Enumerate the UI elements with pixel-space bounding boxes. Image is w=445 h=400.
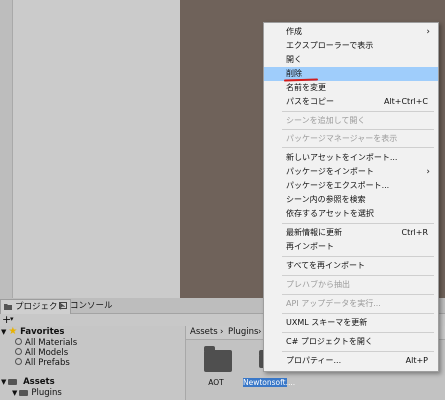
menu-item-shortcut: Alt+P (405, 356, 428, 365)
chevron-right-icon: › (426, 167, 430, 177)
star-icon: ★ (8, 326, 18, 337)
menu-item-select-dependencies[interactable]: 依存するアセットを選択 (264, 207, 438, 221)
menu-item-label: プロパティー... (286, 356, 342, 365)
folder-icon (4, 304, 12, 310)
tab-console[interactable]: コンソール (56, 299, 117, 313)
folder-icon (19, 390, 29, 396)
menu-item-label: すべてを再インポート (286, 261, 365, 270)
search-icon (15, 348, 22, 355)
menu-item-label: UXML スキーマを更新 (286, 318, 368, 327)
breadcrumb-plugins[interactable]: Plugins (228, 327, 258, 337)
menu-item-label: 再インポート (286, 242, 334, 251)
menu-item-label: C# プロジェクトを開く (286, 337, 373, 346)
search-icon (15, 358, 22, 365)
menu-item-open-scene-additive[interactable]: シーンを追加して開く (264, 114, 438, 128)
menu-item-extract-from-prefab[interactable]: プレハブから抽出 (264, 278, 438, 292)
menu-item-label: エクスプローラーで表示 (286, 41, 374, 50)
menu-item-open-csharp-project[interactable]: C# プロジェクトを開く (264, 335, 438, 349)
tree-item[interactable]: ▼ Plugins (12, 388, 62, 398)
menu-item-create[interactable]: 作成 › (264, 25, 438, 39)
menu-item-label: シーンを追加して開く (286, 116, 366, 125)
console-icon (59, 302, 67, 309)
folder-icon (204, 346, 232, 372)
menu-separator (282, 147, 434, 148)
menu-item-export-package[interactable]: パッケージをエクスポート... (264, 179, 438, 193)
menu-item-shortcut: Ctrl+R (401, 228, 429, 237)
folder-icon (8, 379, 18, 385)
tree-item[interactable]: All Materials (15, 338, 77, 348)
tree-item-label: All Prefabs (25, 358, 70, 368)
breadcrumb-separator: › (258, 327, 262, 337)
menu-item-label: API アップデータを実行... (286, 299, 381, 308)
menu-item-properties[interactable]: プロパティー... Alt+P (264, 354, 438, 368)
menu-separator (282, 332, 434, 333)
add-dropdown-arrow[interactable]: ▾ (10, 315, 14, 323)
menu-item-run-api-updater[interactable]: API アップデータを実行... (264, 297, 438, 311)
left-edge-strip (0, 0, 13, 298)
menu-item-reimport-all[interactable]: すべてを再インポート (264, 259, 438, 273)
asset-label: AOT (208, 378, 224, 387)
menu-item-import-new-asset[interactable]: 新しいアセットをインポート... (264, 151, 438, 165)
menu-item-delete[interactable]: 削除 (264, 67, 438, 82)
tab-console-label: コンソール (70, 301, 113, 311)
menu-item-open[interactable]: 開く (264, 53, 438, 67)
menu-separator (282, 275, 434, 276)
favorites-label: Favorites (20, 327, 65, 337)
menu-item-import-package[interactable]: パッケージをインポート › (264, 165, 438, 179)
tree-item-label: All Materials (25, 338, 78, 348)
menu-separator (282, 313, 434, 314)
menu-item-label: 作成 (286, 27, 302, 36)
context-menu: 作成 › エクスプローラーで表示 開く 削除 名前を変更 パスをコピー Alt+Ct… (263, 22, 439, 372)
menu-separator (282, 223, 434, 224)
menu-item-copy-path[interactable]: パスをコピー Alt+Ctrl+C (264, 95, 438, 109)
tree-item-label: Plugins (31, 388, 62, 398)
menu-item-update-uxml-schema[interactable]: UXML スキーマを更新 (264, 316, 438, 330)
menu-item-reimport[interactable]: 再インポート (264, 240, 438, 254)
menu-item-rename[interactable]: 名前を変更 (264, 81, 438, 95)
tree-assets[interactable]: ▼ Assets (1, 377, 55, 387)
tree-item[interactable]: All Prefabs (15, 358, 70, 368)
menu-item-refresh[interactable]: 最新情報に更新 Ctrl+R (264, 226, 438, 240)
menu-separator (282, 256, 434, 257)
hierarchy-pane (0, 0, 180, 298)
project-tree: ▼ ★ Favorites All Materials All Models Al… (0, 326, 186, 400)
search-icon (15, 338, 22, 345)
chevron-right-icon: › (426, 27, 430, 37)
menu-item-label: 最新情報に更新 (286, 228, 342, 237)
expand-arrow-icon[interactable]: ▼ (1, 328, 6, 336)
menu-item-show-package-manager[interactable]: パッケージマネージャーを表示 (264, 132, 438, 146)
tree-favorites[interactable]: ▼ ★ Favorites (1, 326, 65, 338)
menu-item-label: パッケージをインポート (286, 167, 374, 176)
expand-arrow-icon[interactable]: ▼ (12, 389, 17, 397)
menu-item-label: プレハブから抽出 (286, 280, 350, 289)
menu-item-show-in-explorer[interactable]: エクスプローラーで表示 (264, 39, 438, 53)
menu-separator (282, 111, 434, 112)
menu-separator (282, 351, 434, 352)
menu-item-shortcut: Alt+Ctrl+C (383, 97, 428, 106)
menu-item-label: 名前を変更 (286, 83, 326, 92)
menu-item-label: 開く (286, 55, 302, 64)
menu-item-label: シーン内の参照を検索 (286, 195, 366, 204)
menu-item-find-references[interactable]: シーン内の参照を検索 (264, 193, 438, 207)
menu-item-label: パッケージマネージャーを表示 (286, 134, 398, 143)
tree-item[interactable]: All Models (15, 348, 68, 358)
breadcrumb-separator: › (220, 327, 224, 337)
breadcrumb-assets[interactable]: Assets (190, 327, 218, 337)
menu-item-label: 新しいアセットをインポート... (286, 153, 398, 162)
menu-item-label: パッケージをエクスポート... (286, 181, 390, 190)
asset-folder-aot[interactable]: AOT (194, 344, 238, 392)
assets-label: Assets (23, 377, 55, 387)
tree-item-label: All Models (25, 348, 69, 358)
menu-separator (282, 294, 434, 295)
menu-item-label: パスをコピー (286, 97, 334, 106)
asset-label: Newtonsoft.... (243, 378, 296, 387)
menu-separator (282, 129, 434, 130)
menu-item-label: 依存するアセットを選択 (286, 209, 374, 218)
expand-arrow-icon[interactable]: ▼ (1, 378, 6, 386)
